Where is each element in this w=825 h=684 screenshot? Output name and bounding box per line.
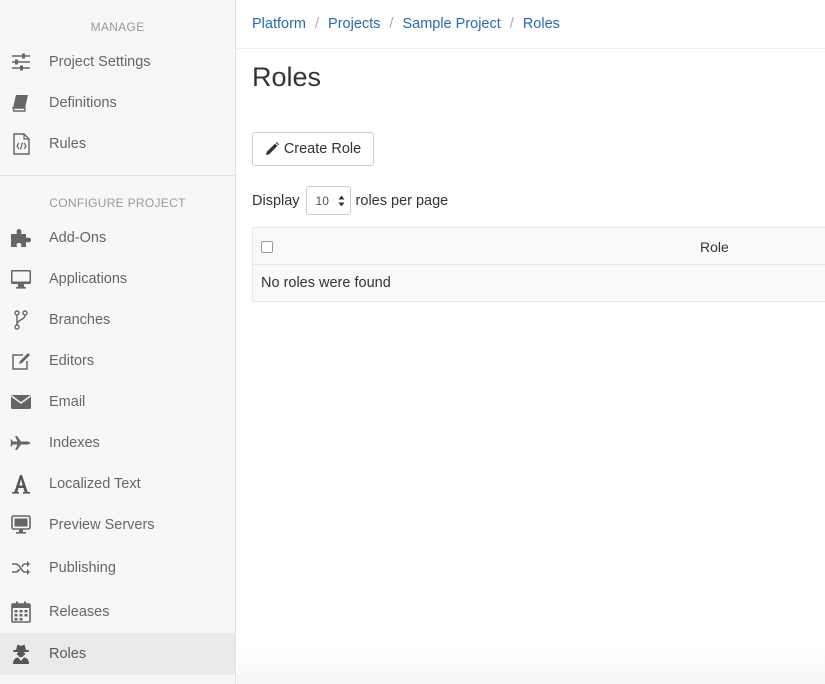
sidebar-item-label: Branches <box>49 311 111 328</box>
sidebar-item-email[interactable]: Email <box>0 381 235 422</box>
sidebar-item-label: Roles <box>49 646 87 662</box>
sidebar-item-branches[interactable]: Branches <box>0 299 235 340</box>
edit-icon <box>10 350 32 372</box>
desktop-icon <box>10 514 32 536</box>
envelope-icon <box>10 391 32 413</box>
page-title: Roles <box>252 62 322 92</box>
sidebar-item-indexes[interactable]: Indexes <box>0 422 235 463</box>
page-size-value: 10 <box>315 193 329 208</box>
branch-icon <box>10 309 32 331</box>
select-arrows-icon <box>338 195 345 207</box>
create-role-label: Create Role <box>283 141 362 157</box>
sidebar-item-editors[interactable]: Editors <box>0 340 235 381</box>
bottom-fade <box>237 650 825 684</box>
sidebar-item-label: Preview Servers <box>49 516 155 533</box>
sidebar-divider <box>0 175 235 176</box>
column-header-role[interactable]: Role <box>700 239 729 255</box>
sidebar-item-add-ons[interactable]: Add-Ons <box>0 217 235 258</box>
select-all-checkbox[interactable] <box>261 241 273 253</box>
sidebar-item-label: Definitions <box>49 94 117 111</box>
table-header-row: Role <box>253 228 825 265</box>
shuffle-icon <box>10 557 32 579</box>
sidebar-item-label: Project Settings <box>49 53 151 70</box>
sidebar-item-releases[interactable]: Releases <box>0 590 235 633</box>
sidebar-item-applications[interactable]: Applications <box>0 258 235 299</box>
breadcrumb-projects[interactable]: Projects <box>328 16 380 32</box>
breadcrumb-separator: / <box>389 16 394 32</box>
display-prefix: Display <box>252 192 300 209</box>
display-suffix: roles per page <box>355 192 449 209</box>
breadcrumb-sample-project[interactable]: Sample Project <box>402 16 500 32</box>
sidebar: MANAGE Project Settings Definitions Rule… <box>0 0 236 684</box>
user-secret-icon <box>10 643 32 665</box>
sidebar-item-publishing[interactable]: Publishing <box>0 545 235 590</box>
page-size-control: Display 10 roles per page <box>252 186 448 215</box>
breadcrumb-separator: / <box>315 16 320 32</box>
book-icon <box>10 92 32 114</box>
plane-icon <box>10 432 32 454</box>
breadcrumb: Platform / Projects / Sample Project / R… <box>237 0 825 49</box>
code-file-icon <box>10 132 32 155</box>
empty-table-row: No roles were found <box>253 265 825 301</box>
monitor-icon <box>10 268 32 290</box>
sidebar-item-label: Add-Ons <box>49 229 107 246</box>
breadcrumb-platform[interactable]: Platform <box>252 16 306 32</box>
sidebar-item-label: Rules <box>49 135 87 152</box>
sidebar-item-roles[interactable]: Roles <box>0 633 235 675</box>
sidebar-item-label: Localized Text <box>49 475 141 492</box>
sidebar-item-label: Applications <box>49 270 128 287</box>
puzzle-icon <box>10 227 32 249</box>
breadcrumb-separator: / <box>509 16 514 32</box>
sidebar-item-label: Indexes <box>49 434 100 451</box>
empty-message: No roles were found <box>261 275 391 291</box>
sidebar-item-label: Releases <box>49 603 110 620</box>
font-icon <box>10 473 32 495</box>
sidebar-item-definitions[interactable]: Definitions <box>0 82 235 123</box>
sidebar-item-label: Email <box>49 393 86 410</box>
create-role-button[interactable]: Create Role <box>252 132 374 166</box>
configure-section-header: CONFIGURE PROJECT <box>49 196 186 210</box>
pencil-icon <box>265 142 279 156</box>
sidebar-item-label: Publishing <box>49 559 116 576</box>
breadcrumb-roles[interactable]: Roles <box>523 16 560 32</box>
roles-table: Role No roles were found <box>252 227 825 302</box>
sliders-icon <box>10 51 32 73</box>
sidebar-item-localized-text[interactable]: Localized Text <box>0 463 235 504</box>
sidebar-item-project-settings[interactable]: Project Settings <box>0 41 235 82</box>
page-size-select[interactable]: 10 <box>305 186 351 215</box>
calendar-icon <box>10 601 32 623</box>
sidebar-item-label: Editors <box>49 352 95 369</box>
manage-section-header: MANAGE <box>90 20 145 34</box>
sidebar-item-preview-servers[interactable]: Preview Servers <box>0 504 235 545</box>
sidebar-item-rules[interactable]: Rules <box>0 123 235 164</box>
